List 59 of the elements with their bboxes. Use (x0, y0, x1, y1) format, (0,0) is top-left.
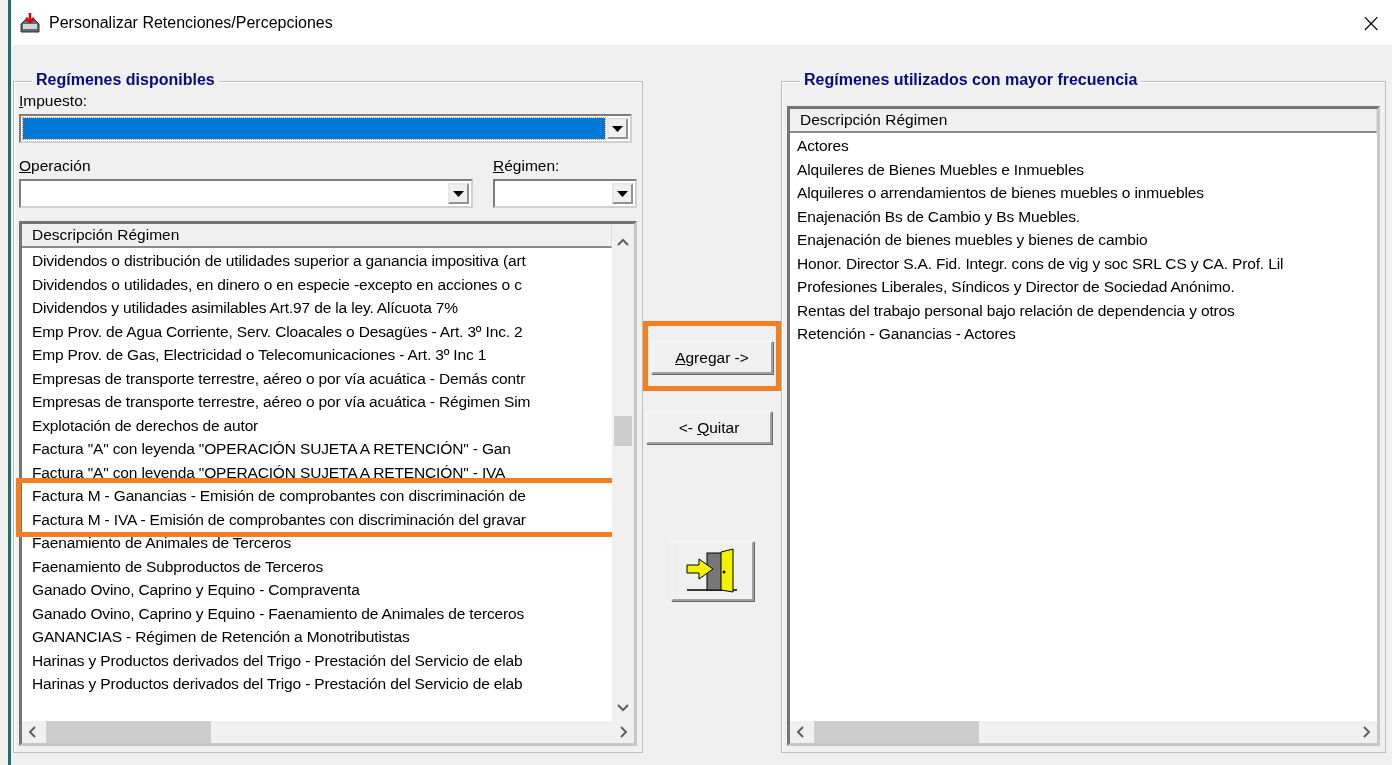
group-title: Regímenes disponibles (32, 71, 219, 89)
scroll-left-icon[interactable] (796, 726, 804, 738)
close-button[interactable]: × (1350, 7, 1392, 38)
list-item[interactable]: Explotación de derechos de autor (32, 413, 612, 437)
group-title: Regímenes utilizados con mayor frecuencia (800, 71, 1142, 89)
list-item[interactable]: Profesiones Liberales, Síndicos y Director de Sociedad Anónimo. (797, 275, 1377, 299)
exit-button[interactable] (670, 541, 754, 601)
scroll-up-icon[interactable] (617, 238, 629, 246)
action-button[interactable]: Agregar -> (651, 341, 773, 374)
list-item[interactable]: Emp Prov. de Gas, Electricidad o Telecomunicaciones - Art. 3º Inc 1 (32, 343, 612, 367)
list-item[interactable]: Enajenación de bienes muebles y bienes de cambio (797, 228, 1377, 252)
scroll-thumb[interactable] (46, 721, 211, 743)
dropdown-arrow-icon (617, 190, 628, 197)
list-item[interactable]: Emp Prov. de Agua Corriente, Serv. Cloacales o Desagües - Art. 3º Inc. 2 (32, 319, 612, 343)
list-item[interactable]: Factura M - Ganancias - Emisión de comprobantes con discriminación de (32, 484, 612, 508)
app-icon (19, 11, 41, 34)
list-item[interactable]: Factura "A" con leyenda "OPERACIÓN SUJETA A RETENCIÓN" - IVA (32, 460, 612, 484)
scroll-right-icon[interactable] (1363, 726, 1371, 738)
list-item[interactable]: Alquileres o arrendamientos de bienes muebles o inmuebles (797, 181, 1377, 205)
list-item[interactable]: Enajenación Bs de Cambio y Bs Muebles. (797, 204, 1377, 228)
list-item[interactable]: Empresas de transporte terrestre, aéreo o por vía acuática - Régimen Sim (32, 390, 612, 414)
list-item[interactable]: Actores (797, 134, 1377, 158)
list-item[interactable]: Retención - Ganancias - Actores (797, 322, 1377, 346)
list-item[interactable]: Ganado Ovino, Caprino y Equino - Compraventa (32, 578, 612, 602)
vertical-scrollbar[interactable] (612, 224, 634, 721)
scroll-down-icon[interactable] (617, 704, 629, 712)
impuesto-dropdown[interactable] (19, 114, 632, 143)
action-button[interactable]: <- Quitar (646, 411, 772, 444)
list-item[interactable]: Faenamiento de Subproductos de Terceros (32, 554, 612, 578)
scroll-thumb[interactable] (814, 721, 979, 743)
dropdown-arrow-icon (612, 125, 623, 132)
list-item[interactable]: Honor. Director S.A. Fid. Integr. cons de vig y soc SRL CS y CA. Prof. Lil (797, 251, 1377, 275)
window-title: Personalizar Retenciones/Percepciones (49, 13, 333, 32)
list-item[interactable]: Dividendos o distribución de utilidades superior a ganancia impositiva (art (32, 249, 612, 273)
list-item[interactable]: Harinas y Productos derivados del Trigo - Prestación del Servicio de elab (32, 648, 612, 672)
dropdown-arrow-icon (453, 190, 464, 197)
scroll-thumb[interactable] (614, 416, 632, 446)
regimen-dropdown[interactable] (493, 179, 637, 208)
list-item[interactable]: Empresas de transporte terrestre, aéreo o por vía acuática - Demás contr (32, 366, 612, 390)
list-item[interactable]: Factura "A" con leyenda "OPERACIÓN SUJETA A RETENCIÓN" - Gan (32, 437, 612, 461)
list-item[interactable]: Factura M - IVA - Emisión de comprobantes con discriminación del gravar (32, 507, 612, 531)
horizontal-scrollbar[interactable] (22, 721, 634, 743)
list-item[interactable]: GANANCIAS - Régimen de Retención a Monotributistas (32, 625, 612, 649)
list-item[interactable]: Ganado Ovino, Caprino y Equino - Faenamiento de Animales de terceros (32, 601, 612, 625)
list-item[interactable]: Dividendos o utilidades, en dinero o en especie -excepto en acciones o c (32, 272, 612, 296)
column-header[interactable]: Descripción Régimen (790, 109, 1377, 133)
field-label: Operación (19, 157, 92, 175)
horizontal-scrollbar[interactable] (790, 721, 1377, 743)
scroll-left-icon[interactable] (28, 726, 36, 738)
list-item[interactable]: Rentas del trabajo personal bajo relación de dependencia y otros (797, 298, 1377, 322)
column-header[interactable]: Descripción Régimen (22, 224, 612, 248)
scroll-right-icon[interactable] (620, 726, 628, 738)
operacion-dropdown[interactable] (19, 179, 473, 208)
list-item[interactable]: Alquileres de Bienes Muebles e Inmuebles (797, 157, 1377, 181)
list-item[interactable]: Faenamiento de Animales de Terceros (32, 531, 612, 555)
field-label: Impuesto: (19, 92, 89, 110)
list-item[interactable]: Harinas y Productos derivados del Trigo - Prestación del Servicio de elab (32, 672, 612, 696)
list-item[interactable]: Dividendos y utilidades asimilables Art.97 de la ley. Alícuota 7% (32, 296, 612, 320)
field-label: Régimen: (493, 157, 561, 175)
